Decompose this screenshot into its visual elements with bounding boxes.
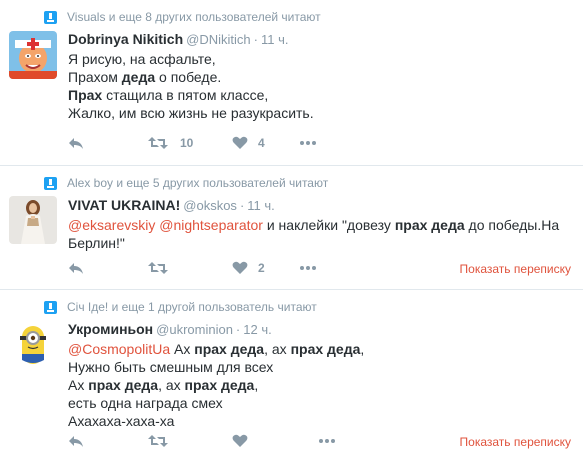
tweet-content: Укроминьон @ukrominion · 12 ч. @Cosmopol… [68, 320, 575, 430]
timestamp[interactable]: 11 ч. [261, 31, 289, 49]
separator-dot: · [253, 32, 258, 47]
tweet-content: Dobrinya Nikitich @DNikitich · 11 ч. Я р… [68, 30, 575, 122]
more-dots-icon [299, 141, 316, 145]
more-options-button[interactable] [299, 140, 317, 146]
tweet-context-text[interactable]: Січ Ідe! и еще 1 другой пользователь чит… [67, 300, 317, 314]
reply-button[interactable] [68, 434, 148, 448]
timestamp[interactable]: 12 ч. [243, 321, 271, 339]
retweet-count: 10 [180, 136, 194, 150]
avatar[interactable] [9, 31, 57, 79]
retweet-icon [148, 137, 168, 149]
tweet-actions: 10 4 [68, 133, 317, 153]
tweet-actions: 2 [68, 258, 317, 278]
show-conversation-link[interactable]: Показать переписку [460, 435, 571, 449]
woman-in-dress-avatar-icon [9, 196, 57, 244]
tweet-text-line: Прахом деда о победе. [68, 69, 222, 85]
reply-icon [69, 436, 83, 447]
tweet-text-line: Я рисую, на асфальте, [68, 51, 216, 67]
retweet-button[interactable] [148, 434, 232, 448]
like-button[interactable]: 4 [232, 136, 265, 150]
avatar[interactable] [9, 196, 57, 244]
mention-link[interactable]: @nightseparator [159, 217, 263, 233]
show-conversation-link[interactable]: Показать переписку [460, 262, 571, 276]
user-follow-icon [44, 300, 57, 314]
reply-button[interactable] [68, 261, 148, 275]
author-name[interactable]: Укроминьон [68, 320, 153, 338]
timestamp[interactable]: 11 ч. [247, 197, 275, 215]
user-follow-icon [44, 10, 57, 24]
tweet-header: VIVAT UKRAINA! @okskos · 11 ч. [68, 196, 575, 215]
tweet-text-line: @CosmopolitUa Ах прах деда, ах прах деда… [68, 341, 365, 357]
retweet-icon [148, 435, 168, 447]
more-dots-icon [299, 266, 316, 270]
timeline: Visuals и еще 8 других пользователей чит… [0, 0, 583, 462]
author-handle[interactable]: @ukrominion [156, 321, 233, 339]
mention-link[interactable]: @CosmopolitUa [68, 341, 170, 357]
tweet-context-text[interactable]: Visuals и еще 8 других пользователей чит… [67, 10, 321, 24]
author-handle[interactable]: @okskos [183, 197, 237, 215]
tweet-context: Visuals и еще 8 других пользователей чит… [44, 9, 321, 25]
author-name[interactable]: Dobrinya Nikitich [68, 30, 183, 48]
cartoon-man-avatar-icon [9, 31, 57, 79]
heart-icon [232, 136, 248, 149]
tweet-text-line: Нужно быть смешным для всех [68, 359, 274, 375]
tweet[interactable]: Січ Ідe! и еще 1 другой пользователь чит… [0, 290, 583, 462]
retweet-button[interactable]: 10 [148, 136, 232, 150]
tweet-text-line: @eksarevskiy @nightseparator и наклейки … [68, 217, 560, 233]
tweet-context: Alex boy и еще 5 других пользователей чи… [44, 175, 328, 191]
reply-button[interactable] [68, 136, 148, 150]
like-button[interactable]: 2 [232, 261, 265, 275]
mention-link[interactable]: @eksarevskiy [68, 217, 155, 233]
heart-icon [232, 434, 248, 447]
author-handle[interactable]: @DNikitich [186, 31, 250, 49]
tweet-text: @eksarevskiy @nightseparator и наклейки … [68, 216, 575, 252]
like-count: 2 [258, 261, 265, 275]
like-count: 4 [258, 136, 265, 150]
minion-avatar-icon [9, 320, 57, 368]
separator-dot: · [239, 198, 245, 213]
user-follow-icon [44, 176, 57, 190]
tweet[interactable]: Alex boy и еще 5 других пользователей чи… [0, 166, 583, 290]
tweet-text-line: Ах прах деда, ах прах деда, [68, 377, 259, 393]
tweet[interactable]: Visuals и еще 8 других пользователей чит… [0, 0, 583, 166]
avatar[interactable] [9, 320, 57, 368]
tweet-actions [68, 431, 336, 451]
more-options-button[interactable] [318, 438, 336, 444]
more-options-button[interactable] [299, 265, 317, 271]
tweet-text-line: Жалко, им всю жизнь не разукрасить. [68, 105, 314, 121]
tweet-content: VIVAT UKRAINA! @okskos · 11 ч. @eksarevs… [68, 196, 575, 252]
retweet-icon [148, 262, 168, 274]
separator-dot: · [235, 322, 241, 337]
tweet-text: Я рисую, на асфальте, Прахом деда о побе… [68, 50, 575, 122]
tweet-text-line: Ахахаха-хаха-ха [68, 413, 175, 429]
like-button[interactable] [232, 434, 284, 448]
reply-icon [69, 263, 83, 274]
tweet-text-line: Берлин!" [68, 235, 125, 251]
tweet-header: Укроминьон @ukrominion · 12 ч. [68, 320, 575, 339]
more-dots-icon [319, 439, 335, 443]
reply-icon [69, 138, 83, 149]
tweet-context: Січ Ідe! и еще 1 другой пользователь чит… [44, 299, 317, 315]
tweet-text-line: Прах стащила в пятом классе, [68, 87, 269, 103]
tweet-text-line: есть одна награда смех [68, 395, 223, 411]
author-name[interactable]: VIVAT UKRAINA! [68, 196, 180, 214]
tweet-header: Dobrinya Nikitich @DNikitich · 11 ч. [68, 30, 575, 49]
tweet-text: @CosmopolitUa Ах прах деда, ах прах деда… [68, 340, 575, 430]
tweet-context-text[interactable]: Alex boy и еще 5 других пользователей чи… [67, 176, 328, 190]
heart-icon [232, 261, 248, 274]
retweet-button[interactable] [148, 261, 232, 275]
